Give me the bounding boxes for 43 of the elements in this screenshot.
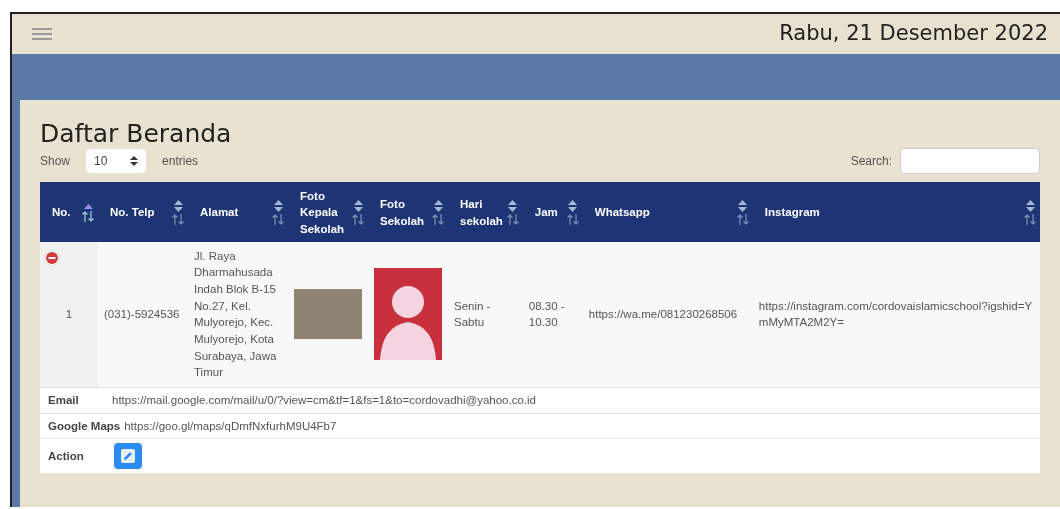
photo-placeholder bbox=[294, 289, 362, 340]
phone-cell: (031)-5924536 bbox=[98, 241, 188, 388]
column-header[interactable]: Instagram bbox=[752, 181, 1040, 242]
select-caret-icon bbox=[130, 155, 139, 166]
sort-arrows-icon bbox=[352, 214, 364, 225]
whatsapp-link[interactable]: https://wa.me/081230268506 bbox=[582, 241, 753, 388]
instagram-link[interactable]: https://instagram.com/cordovaislamicschool?igshid=YmMyMTA2M2Y= bbox=[752, 241, 1040, 388]
sort-arrows-icon bbox=[736, 214, 749, 225]
pencil-icon bbox=[120, 448, 136, 465]
detail-label: Email bbox=[48, 392, 80, 408]
column-header[interactable]: Whatsapp bbox=[582, 181, 753, 242]
column-header[interactable]: Alamat bbox=[188, 181, 288, 242]
edit-button[interactable] bbox=[114, 443, 142, 470]
search-label: Search: bbox=[850, 152, 892, 170]
sort-arrows-icon bbox=[82, 210, 94, 222]
collapse-icon[interactable] bbox=[44, 249, 60, 266]
search-field[interactable] bbox=[900, 147, 1040, 174]
detail-link[interactable]: https://goo.gl/maps/qDmfNxfurhM9U4Fb7 bbox=[124, 417, 337, 435]
time-cell: 08.30 - 10.30 bbox=[522, 241, 583, 388]
sort-arrows-icon bbox=[432, 214, 444, 225]
detail-link[interactable]: https://mail.google.com/mail/u/0/?view=cm&tf=1&fs=1&to=cordovadhi@yahoo.co.id bbox=[112, 391, 536, 409]
detail-label: Action bbox=[48, 448, 85, 464]
show-label: Show bbox=[40, 152, 71, 170]
sort-arrows-icon bbox=[1024, 214, 1036, 225]
menu-icon[interactable] bbox=[32, 27, 52, 41]
day-cell: Senin - Sabtu bbox=[448, 241, 523, 388]
column-header[interactable]: Foto Sekolah bbox=[368, 181, 448, 242]
column-header[interactable]: Jam bbox=[522, 181, 583, 242]
sort-arrows-icon bbox=[506, 214, 519, 225]
entries-select[interactable]: 10 bbox=[86, 148, 147, 173]
entries-label: entries bbox=[162, 152, 199, 170]
sort-arrows-icon bbox=[566, 214, 579, 225]
address-cell: Jl. Raya Dharmahusada Indah Blok B-15 No.27, Kel. Mulyorejo, Kec. Mulyorejo, Kota Surabaya, Jawa Timur bbox=[188, 241, 288, 388]
page-title: Daftar Beranda bbox=[40, 120, 233, 148]
sort-arrows-icon bbox=[172, 214, 184, 225]
column-header[interactable]: No. Telp bbox=[98, 181, 188, 242]
column-header[interactable]: Hari sekolah bbox=[448, 181, 523, 242]
sort-arrows-icon bbox=[272, 214, 284, 225]
column-header[interactable]: No. bbox=[40, 181, 98, 242]
column-header[interactable]: Foto Kepala Sekolah bbox=[288, 181, 368, 242]
date-text: Rabu, 21 Desember 2022 bbox=[779, 20, 1048, 48]
detail-label: Google Maps bbox=[48, 418, 121, 434]
row-number: 1 bbox=[65, 307, 73, 320]
